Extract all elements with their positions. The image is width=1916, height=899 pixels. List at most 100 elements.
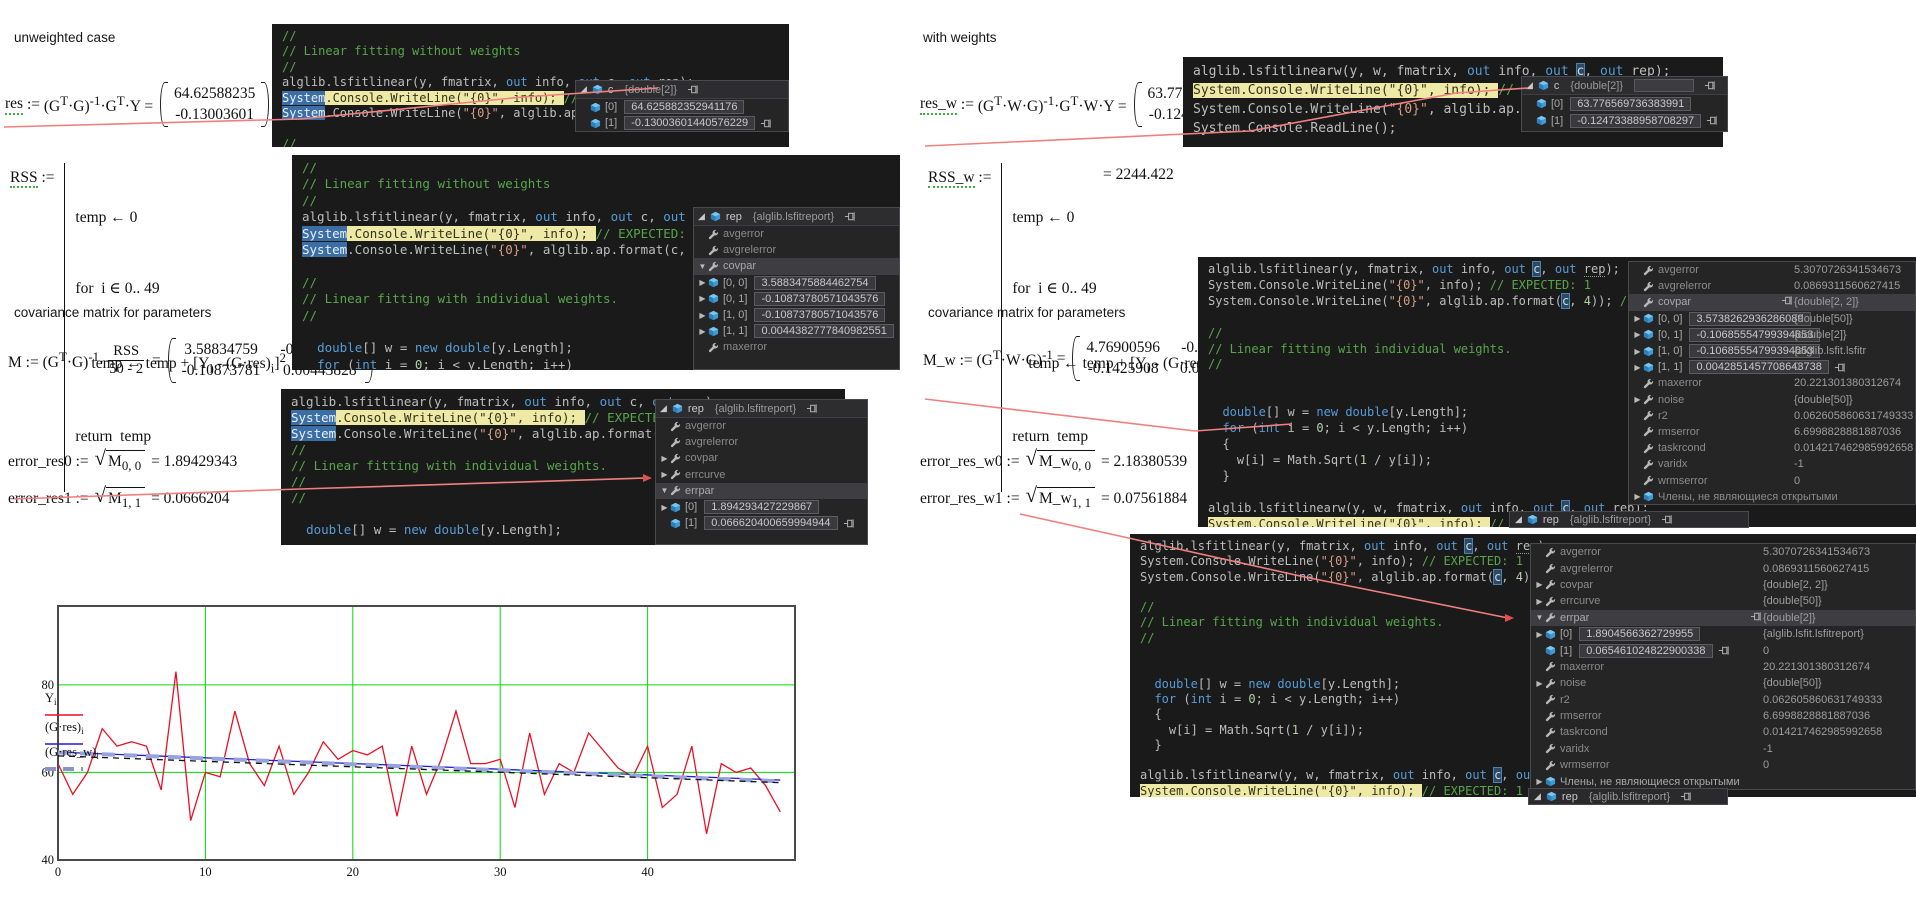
- pin-icon[interactable]: [806, 403, 818, 414]
- watch-row[interactable]: taskrcond0.014217462985992658: [1629, 440, 1915, 456]
- pin-icon[interactable]: [1750, 611, 1762, 622]
- watch-header[interactable]: ◢rep{alglib.lsfitreport}: [656, 400, 867, 418]
- watch-row[interactable]: ▶noise{double[50]}: [1629, 392, 1915, 408]
- watch-row[interactable]: maxerror20.221301380312674: [1629, 375, 1915, 391]
- expander-icon[interactable]: ▶: [1534, 630, 1545, 639]
- expander-icon[interactable]: ▶: [659, 503, 670, 512]
- watch-row[interactable]: ▶[1, 1]0.00428514577086437380: [1629, 359, 1915, 375]
- datatip-corner-icon[interactable]: ◢: [1526, 81, 1533, 90]
- pin-icon[interactable]: [1718, 645, 1730, 656]
- watch-row[interactable]: ▶[1, 1]0.0044382777840982551: [694, 323, 899, 339]
- datatip-corner-icon[interactable]: ◢: [1515, 515, 1522, 524]
- watch-row[interactable]: ▶covpar{double[2, 2]}: [1531, 577, 1915, 593]
- datatip-corner-icon[interactable]: ◢: [660, 404, 667, 413]
- watch-row[interactable]: wrmserror0: [1629, 472, 1915, 488]
- watch-header[interactable]: ◢c{double[2]}: [576, 81, 788, 99]
- expander-icon[interactable]: ▶: [1632, 363, 1643, 372]
- expander-icon[interactable]: ▶: [659, 454, 670, 463]
- watch-filter-box[interactable]: [1634, 79, 1694, 92]
- watch-row[interactable]: [1]-0.12473388958708297: [1522, 112, 1727, 129]
- watch-row[interactable]: avgrelerror: [694, 242, 899, 258]
- expander-icon[interactable]: ▶: [697, 278, 708, 287]
- code-line[interactable]: // Linear fitting without weights: [302, 176, 900, 192]
- watch-row[interactable]: ▶[0]1.8904566362729955{alglib.lsfit.lsfi…: [1531, 626, 1915, 642]
- watch-row[interactable]: [1]0.066620400659994944: [656, 515, 867, 531]
- expander-icon[interactable]: ▶: [659, 470, 670, 479]
- pin-icon[interactable]: [1704, 80, 1716, 91]
- watch-row[interactable]: r20.062605860631749333: [1531, 692, 1915, 708]
- watch-row[interactable]: maxerror: [694, 339, 899, 355]
- watch-row[interactable]: ▶noise{double[50]}: [1531, 675, 1915, 691]
- watch-row[interactable]: [0]63.776569736383991: [1522, 95, 1727, 112]
- watch-row[interactable]: ▼errpar: [656, 483, 867, 499]
- watch-row[interactable]: avgrelerror0.0869311560627415: [1531, 560, 1915, 576]
- watch-row[interactable]: wrmserror0: [1531, 757, 1915, 773]
- watch-row[interactable]: avgrelerror: [656, 434, 867, 450]
- pin-icon[interactable]: [1834, 362, 1846, 373]
- watch-header[interactable]: ◢c{double[2]}: [1522, 77, 1727, 95]
- expander-icon[interactable]: ▶: [1534, 777, 1545, 786]
- watch-row[interactable]: avgerror: [694, 226, 899, 242]
- watch-row[interactable]: ▶[0, 0]3.5738262936286089{double[50]}: [1629, 311, 1915, 327]
- expander-icon[interactable]: ▶: [1632, 314, 1643, 323]
- expander-icon[interactable]: ▶: [1534, 580, 1545, 589]
- watch-row[interactable]: maxerror20.221301380312674: [1531, 659, 1915, 675]
- code-line[interactable]: //: [282, 137, 789, 147]
- code-line[interactable]: // Linear fitting without weights: [282, 44, 789, 59]
- expander-icon[interactable]: ▶: [1632, 347, 1643, 356]
- watch-row[interactable]: avgerror5.3070726341534673: [1531, 544, 1915, 560]
- watch-row[interactable]: ▶errcurve: [656, 467, 867, 483]
- watch-header[interactable]: ◢rep{alglib.lsfitreport}: [694, 208, 899, 226]
- expander-icon[interactable]: ▶: [1632, 330, 1643, 339]
- pin-icon[interactable]: [899, 326, 900, 337]
- datatip-corner-icon[interactable]: ◢: [580, 85, 587, 94]
- expander-icon[interactable]: ▼: [659, 486, 670, 495]
- expander-icon[interactable]: ▶: [1534, 679, 1545, 688]
- expander-icon[interactable]: ▶: [697, 327, 708, 336]
- watch-row[interactable]: avgerror5.3070726341534673: [1629, 262, 1915, 278]
- watch-row[interactable]: ▼errpar{double[2]}: [1531, 610, 1915, 626]
- watch-row[interactable]: avgrelerror0.0869311560627415: [1629, 278, 1915, 294]
- code-line[interactable]: //: [302, 160, 900, 176]
- watch-row[interactable]: varidx-1: [1531, 741, 1915, 757]
- pin-icon[interactable]: [687, 84, 699, 95]
- watch-row[interactable]: rmserror6.6998828881887036: [1531, 708, 1915, 724]
- watch-row[interactable]: ▶[0, 0]3.5883475884462754: [694, 275, 899, 291]
- expander-icon[interactable]: ▶: [1534, 597, 1545, 606]
- watch-row[interactable]: taskrcond0.014217462985992658: [1531, 724, 1915, 740]
- pin-icon[interactable]: [843, 518, 855, 529]
- pin-icon[interactable]: [844, 211, 856, 222]
- expander-icon[interactable]: ▶: [1632, 395, 1643, 404]
- watch-row[interactable]: r20.062605860631749333: [1629, 408, 1915, 424]
- watch-row[interactable]: ▼covpar: [694, 258, 899, 274]
- watch-row[interactable]: varidx-1: [1629, 456, 1915, 472]
- watch-row[interactable]: covpar{double[2, 2]}: [1629, 294, 1915, 310]
- pin-icon[interactable]: [1706, 115, 1718, 126]
- expander-icon[interactable]: ▶: [1632, 492, 1643, 501]
- watch-row[interactable]: ▶errcurve{double[50]}: [1531, 593, 1915, 609]
- watch-row[interactable]: rmserror6.6998828881887036: [1629, 424, 1915, 440]
- datatip-corner-icon[interactable]: ◢: [698, 212, 705, 221]
- watch-row[interactable]: ▶[1, 0]-0.10685554799394653{alglib.lsfit…: [1629, 343, 1915, 359]
- watch-row[interactable]: ▶Члены, не являющиеся открытыми: [1629, 489, 1915, 505]
- rep-datatip-bar[interactable]: ◢rep{alglib.lsfitreport}: [1528, 788, 1728, 805]
- rep-datatip-bar[interactable]: ◢rep{alglib.lsfitreport}: [1509, 511, 1749, 528]
- watch-row[interactable]: [1]0.0654610248229003380: [1531, 642, 1915, 658]
- watch-row[interactable]: avgerror: [656, 418, 867, 434]
- expander-icon[interactable]: ▼: [697, 262, 708, 271]
- expander-icon[interactable]: ▼: [1534, 613, 1545, 622]
- datatip-corner-icon[interactable]: ◢: [1534, 792, 1541, 801]
- watch-row[interactable]: [1]-0.13003601440576229: [576, 115, 788, 131]
- watch-row[interactable]: [0]64.625882352941176: [576, 99, 788, 115]
- watch-row[interactable]: ▶[1, 0]-0.10873780571043576: [694, 307, 899, 323]
- pin-icon[interactable]: [1781, 295, 1793, 306]
- watch-row[interactable]: ▶[0]1.894293427229867: [656, 499, 867, 515]
- watch-row[interactable]: ▶covpar: [656, 450, 867, 466]
- pin-icon[interactable]: [1661, 514, 1673, 525]
- watch-row[interactable]: ▶[0, 1]-0.10685554799394653{double[2]}: [1629, 327, 1915, 343]
- code-line[interactable]: //: [282, 60, 789, 75]
- code-line[interactable]: //: [282, 29, 789, 44]
- expander-icon[interactable]: ▶: [697, 294, 708, 303]
- pin-icon[interactable]: [1680, 791, 1692, 802]
- expander-icon[interactable]: ▶: [697, 311, 708, 320]
